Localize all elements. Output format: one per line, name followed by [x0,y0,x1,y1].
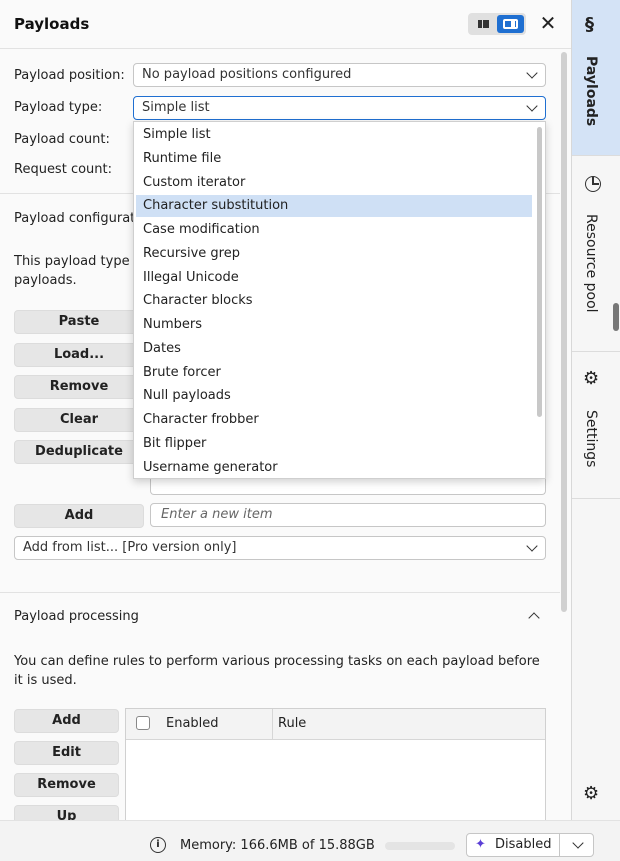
payload-type-select[interactable]: Simple list [133,96,546,120]
load-button[interactable]: Load... [14,343,144,367]
rule-remove-button[interactable]: Remove [14,773,119,797]
new-item-input[interactable]: Enter a new item [150,503,546,527]
ai-status-button[interactable]: ✦ Disabled [466,833,594,857]
button-divider [559,834,560,856]
payload-position-label: Payload position: [14,68,125,83]
sidebar-resize-handle[interactable] [613,303,619,331]
option-character-frobber[interactable]: Character frobber [136,409,532,431]
payload-type-dropdown: Simple list Runtime file Custom iterator… [133,121,546,479]
payload-type-value: Simple list [142,100,210,115]
payload-type-label: Payload type: [14,100,103,115]
enabled-column-header[interactable]: Enabled [166,716,219,731]
layout-left-icon[interactable] [472,17,494,31]
clear-button[interactable]: Clear [14,408,144,432]
chevron-down-icon[interactable] [571,836,585,852]
option-custom-iterator[interactable]: Custom iterator [136,172,532,194]
select-all-checkbox[interactable] [136,716,150,730]
deduplicate-button[interactable]: Deduplicate [14,440,144,464]
processing-heading: Payload processing [14,609,139,624]
option-simple-list[interactable]: Simple list [136,124,532,146]
request-count-label: Request count: [14,162,112,177]
option-bit-flipper[interactable]: Bit flipper [136,433,532,455]
panel-title: Payloads [14,15,90,33]
payload-count-label: Payload count: [14,132,110,147]
chevron-down-icon [525,539,539,555]
pie-chart-icon [585,176,601,192]
payload-position-select[interactable]: No payload positions configured [133,63,546,87]
rules-table-header: Enabled Rule [126,709,545,740]
gear-icon: ⚙ [583,368,600,389]
add-from-list-select[interactable]: Add from list... [Pro version only] [14,536,546,560]
rule-column-header[interactable]: Rule [278,716,306,731]
tab-resource-pool-label: Resource pool [583,214,599,313]
panel-header: Payloads ✕ [0,0,571,49]
option-case-modification[interactable]: Case modification [136,219,532,241]
option-illegal-unicode[interactable]: Illegal Unicode [136,267,532,289]
processing-description: You can define rules to perform various … [14,654,540,688]
memory-usage: Memory: 166.6MB of 15.88GB [180,838,375,853]
payload-position-value: No payload positions configured [142,67,352,82]
option-character-blocks[interactable]: Character blocks [136,290,532,312]
option-null-payloads[interactable]: Null payloads [136,385,532,407]
add-item-button[interactable]: Add [14,504,144,528]
tab-settings[interactable]: ⚙ Settings [572,352,620,499]
config-description-line1: This payload type l [14,254,138,269]
option-dates[interactable]: Dates [136,338,532,360]
info-icon: i [150,837,166,853]
rules-table: Enabled Rule [125,708,546,820]
rule-add-button[interactable]: Add [14,709,119,733]
column-divider [272,709,273,739]
option-numbers[interactable]: Numbers [136,314,532,336]
memory-bar [385,842,455,850]
config-heading: Payload configurati [14,211,139,226]
close-icon[interactable]: ✕ [536,10,560,36]
tab-payloads-label: Payloads [583,56,599,127]
option-recursive-grep[interactable]: Recursive grep [136,243,532,265]
paste-button[interactable]: Paste [14,310,144,334]
status-bar: i Memory: 166.6MB of 15.88GB ✦ Disabled [0,820,620,861]
tab-settings-label: Settings [583,410,599,468]
settings-gear-icon[interactable]: ⚙ [583,783,599,804]
main-scrollbar[interactable] [561,52,567,612]
payloads-icon: § [585,14,594,35]
option-runtime-file[interactable]: Runtime file [136,148,532,170]
dropdown-scrollbar[interactable] [537,127,542,417]
layout-split-icon[interactable] [497,15,524,33]
rule-up-button[interactable]: Up [14,805,119,820]
ai-status-label: Disabled [495,837,552,852]
option-character-substitution[interactable]: Character substitution [136,195,532,217]
right-sidebar: § Payloads Resource pool ⚙ Settings ⚙ [572,0,620,820]
chevron-up-icon[interactable] [525,606,545,626]
chevron-down-icon [525,99,539,115]
remove-button[interactable]: Remove [14,375,144,399]
sparkle-icon: ✦ [475,837,486,852]
chevron-down-icon [525,66,539,82]
config-description-line2: payloads. [14,273,77,288]
rule-edit-button[interactable]: Edit [14,741,119,765]
option-username-generator[interactable]: Username generator [136,457,532,479]
tab-payloads[interactable]: § Payloads [572,0,620,156]
section-divider [0,592,560,593]
layout-toggle[interactable] [468,13,526,35]
option-brute-forcer[interactable]: Brute forcer [136,362,532,384]
add-from-list-value: Add from list... [Pro version only] [23,540,237,555]
